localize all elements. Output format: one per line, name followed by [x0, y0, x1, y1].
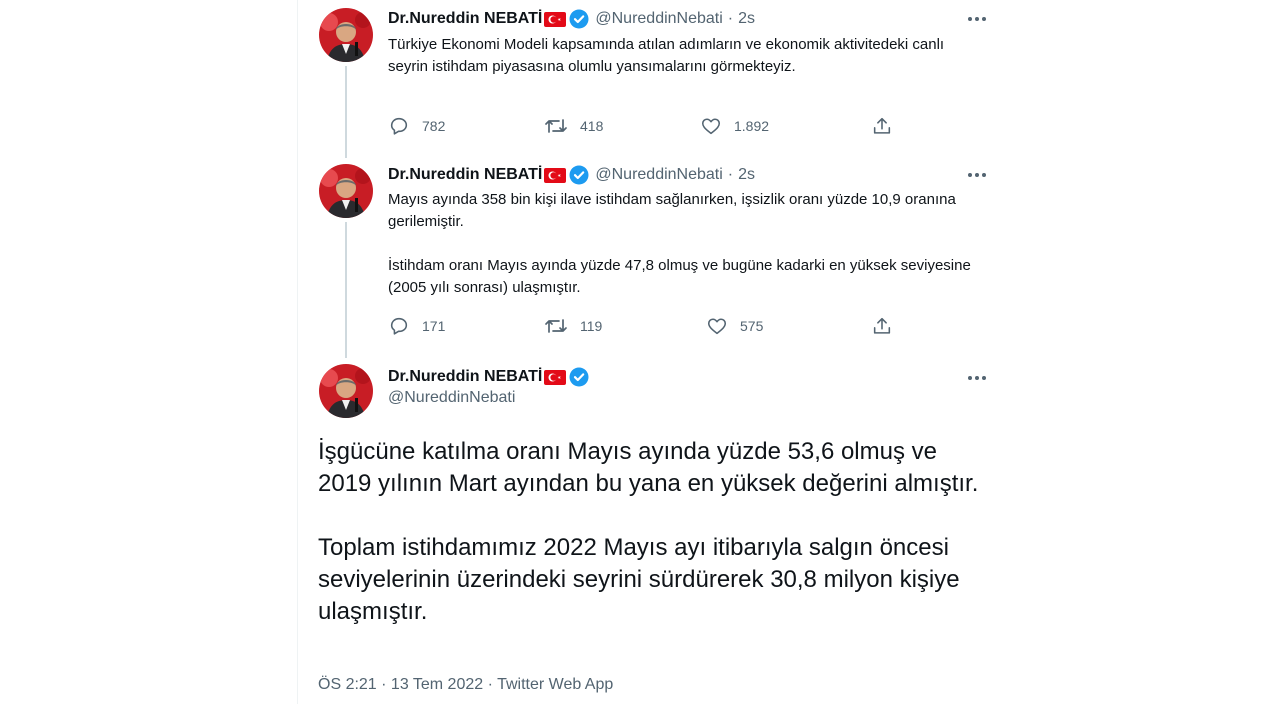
avatar[interactable]	[319, 164, 373, 218]
avatar[interactable]	[319, 364, 373, 418]
author-name[interactable]: Dr.Nureddin NEBATİ	[388, 368, 542, 386]
verified-badge-icon	[569, 9, 589, 29]
more-dots-icon[interactable]	[966, 367, 988, 389]
author-name[interactable]: Dr.Nureddin NEBATİ	[388, 10, 542, 28]
reply-count: 171	[422, 318, 446, 334]
tweet-header: Dr.Nureddin NEBATİ @NureddinNebati · 2s	[388, 164, 755, 186]
retweet-button[interactable]: 119	[544, 314, 602, 338]
tweet-paragraph: Toplam istihdamımız 2022 Mayıs ayı itiba…	[318, 534, 960, 625]
retweet-count: 418	[580, 118, 604, 134]
more-dots-icon[interactable]	[966, 8, 988, 30]
tweet-text: Türkiye Ekonomi Modeli kapsamında atılan…	[388, 34, 988, 78]
reply-icon	[390, 117, 408, 135]
turkey-flag-icon	[544, 11, 567, 27]
share-icon	[873, 317, 891, 334]
share-icon	[873, 117, 891, 134]
avatar-image	[319, 8, 373, 62]
verified-badge-icon	[569, 165, 589, 185]
separator-dot: ·	[727, 166, 734, 183]
tweet-header: Dr.Nureddin NEBATİ @NureddinNebati · 2s	[388, 8, 755, 30]
retweet-icon	[545, 319, 567, 333]
thread-line-1	[345, 66, 347, 158]
tweet-paragraph: Türkiye Ekonomi Modeli kapsamında atılan…	[388, 36, 945, 75]
turkey-flag-icon	[544, 369, 567, 385]
avatar-image	[319, 164, 373, 218]
tweet-text: Mayıs ayında 358 bin kişi ilave istihdam…	[388, 189, 988, 299]
thread-line-2	[345, 222, 347, 358]
reply-button[interactable]: 171	[388, 314, 445, 338]
author-handle[interactable]: @NureddinNebati	[388, 389, 515, 407]
reply-button[interactable]: 782	[388, 114, 445, 138]
author-name[interactable]: Dr.Nureddin NEBATİ	[388, 166, 542, 184]
main-tweet-text: İşgücüne katılma oranı Mayıs ayında yüzd…	[318, 436, 988, 628]
tweet-header: Dr.Nureddin NEBATİ	[388, 366, 595, 388]
like-count: 575	[740, 318, 764, 334]
tweet-time[interactable]: 2s	[738, 166, 755, 184]
turkey-flag-icon	[544, 167, 567, 183]
tweet-meta[interactable]: ÖS 2:21 · 13 Tem 2022 · Twitter Web App	[318, 676, 613, 694]
share-button[interactable]	[871, 114, 905, 138]
reply-count: 782	[422, 118, 446, 134]
like-button[interactable]: 575	[706, 314, 763, 338]
heart-icon	[701, 118, 721, 135]
tweet-time[interactable]: 2s	[738, 10, 755, 28]
avatar-image	[319, 364, 373, 418]
author-handle[interactable]: @NureddinNebati	[595, 166, 722, 184]
heart-icon	[707, 318, 727, 335]
more-dots-icon[interactable]	[966, 164, 988, 186]
retweet-count: 119	[580, 318, 603, 334]
share-button[interactable]	[871, 314, 905, 338]
avatar[interactable]	[319, 8, 373, 62]
reply-icon	[390, 317, 408, 335]
like-count: 1.892	[734, 118, 770, 134]
separator-dot: ·	[727, 10, 734, 27]
tweet-paragraph: Mayıs ayında 358 bin kişi ilave istihdam…	[388, 191, 956, 230]
author-handle[interactable]: @NureddinNebati	[595, 10, 722, 28]
retweet-button[interactable]: 418	[544, 114, 603, 138]
tweet-paragraph: İstihdam oranı Mayıs ayında yüzde 47,8 o…	[388, 257, 971, 296]
retweet-icon	[545, 119, 567, 133]
tweet-paragraph: İşgücüne katılma oranı Mayıs ayında yüzd…	[318, 438, 979, 497]
verified-badge-icon	[569, 367, 589, 387]
like-button[interactable]: 1.892	[700, 114, 769, 138]
